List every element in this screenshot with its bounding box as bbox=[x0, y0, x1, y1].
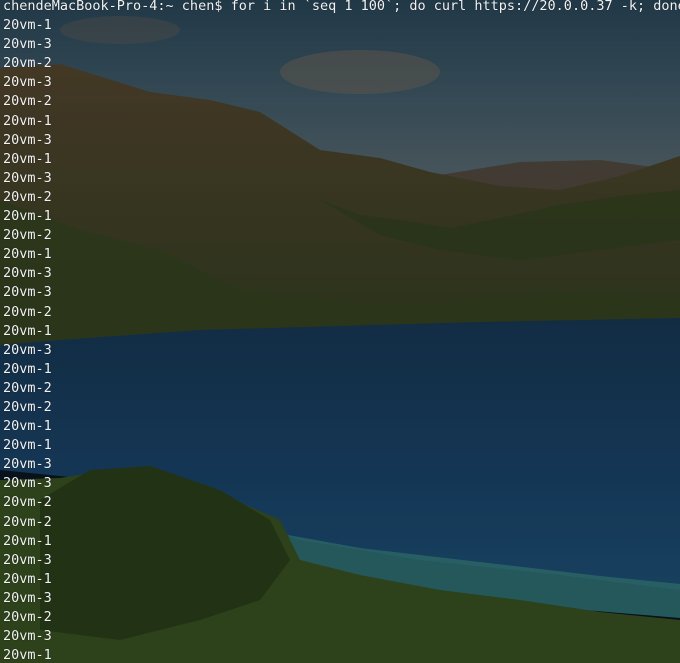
output-line: 20vm-2 bbox=[3, 494, 52, 511]
output-line: 20vm-1 bbox=[3, 360, 52, 377]
output-line: 20vm-1 bbox=[3, 246, 52, 263]
output-line: 20vm-1 bbox=[3, 112, 52, 129]
output-line: 20vm-3 bbox=[3, 475, 52, 492]
output-line: 20vm-1 bbox=[3, 570, 52, 587]
output-line: 20vm-2 bbox=[3, 55, 52, 72]
output-line: 20vm-3 bbox=[3, 456, 52, 473]
output-line: 20vm-2 bbox=[3, 188, 52, 205]
output-line: 20vm-3 bbox=[3, 265, 52, 282]
output-line: 20vm-1 bbox=[3, 532, 52, 549]
output-line: 20vm-2 bbox=[3, 227, 52, 244]
command-output: 20vm-1 20vm-3 20vm-2 20vm-3 20vm-2 20vm-1 20vm… bbox=[3, 16, 678, 663]
output-line: 20vm-3 bbox=[3, 284, 52, 301]
output-line: 20vm-2 bbox=[3, 93, 52, 110]
output-line: 20vm-1 bbox=[3, 437, 52, 454]
terminal-window[interactable]: chendeMacBook-Pro-4:~ chen$ for i in `se… bbox=[0, 0, 680, 663]
output-line: 20vm-2 bbox=[3, 303, 52, 320]
output-line: 20vm-2 bbox=[3, 379, 52, 396]
terminal-text[interactable]: chendeMacBook-Pro-4:~ chen$ for i in `se… bbox=[3, 0, 680, 663]
output-line: 20vm-3 bbox=[3, 341, 52, 358]
output-line: 20vm-3 bbox=[3, 628, 52, 645]
output-line: 20vm-1 bbox=[3, 647, 52, 663]
output-line: 20vm-1 bbox=[3, 418, 52, 435]
output-line: 20vm-2 bbox=[3, 609, 52, 625]
output-line: 20vm-1 bbox=[3, 322, 52, 339]
output-line: 20vm-3 bbox=[3, 589, 52, 606]
output-line: 20vm-1 bbox=[3, 150, 52, 167]
output-line: 20vm-3 bbox=[3, 169, 52, 186]
output-line: 20vm-3 bbox=[3, 551, 52, 568]
output-line: 20vm-3 bbox=[3, 36, 52, 53]
output-line: 20vm-3 bbox=[3, 131, 52, 148]
output-line: 20vm-2 bbox=[3, 513, 52, 530]
command-prompt: chendeMacBook-Pro-4:~ chen$ for i in `se… bbox=[3, 0, 680, 14]
output-line: 20vm-1 bbox=[3, 17, 52, 34]
output-line: 20vm-2 bbox=[3, 398, 52, 415]
output-line: 20vm-1 bbox=[3, 208, 52, 225]
output-line: 20vm-3 bbox=[3, 74, 52, 91]
